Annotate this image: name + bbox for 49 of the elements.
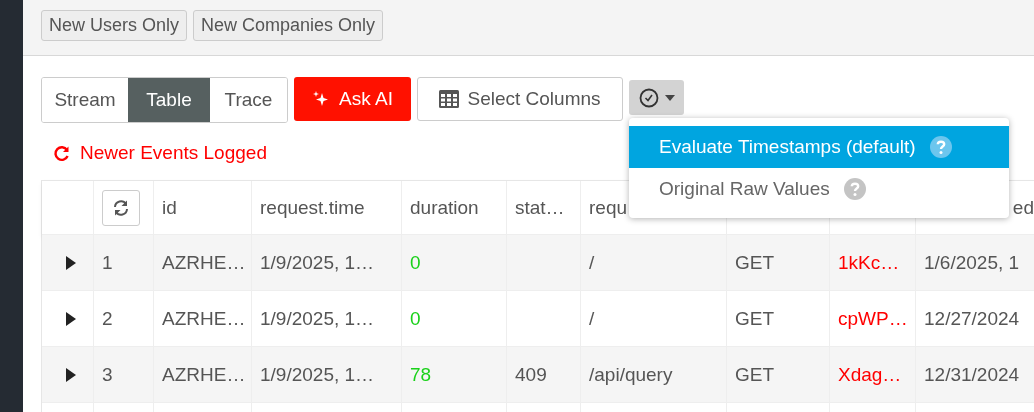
clock-icon <box>638 87 659 108</box>
notice-text: Newer Events Logged <box>80 142 267 164</box>
table-header-cell: stat… <box>507 181 581 234</box>
select-columns-button[interactable]: Select Columns <box>417 77 623 121</box>
refresh-icon <box>53 144 70 162</box>
help-icon <box>929 136 952 158</box>
table-cell: 0 <box>402 291 507 346</box>
table-cell: AZRHE… <box>154 347 252 402</box>
table-cell: GET <box>727 291 830 346</box>
expand-icon[interactable] <box>65 255 76 270</box>
expand-icon[interactable] <box>65 367 76 382</box>
ask-ai-button[interactable]: Ask AI <box>294 77 411 121</box>
table-cell: / <box>581 235 727 290</box>
view-tab[interactable]: Table <box>128 78 210 122</box>
table-cell: Xdag… <box>830 347 916 402</box>
table-cell: AZRHE… <box>154 291 252 346</box>
expand-icon[interactable] <box>65 311 76 326</box>
table-cell: 1kKc… <box>830 235 916 290</box>
table-cell: 1/9/2025, 1… <box>252 291 402 346</box>
table-cell: 3 <box>94 347 154 402</box>
refresh-icon <box>112 198 130 217</box>
table-cell: 1 <box>94 235 154 290</box>
table-cell: 0 <box>402 235 507 290</box>
table-row[interactable]: 1 AZRHE… 1/9/2025, 1… 0 / GET 1kKc… 1/6/2025, 1 <box>42 235 1034 291</box>
table-cell: GET <box>727 235 830 290</box>
table-header-cell: duration <box>402 181 507 234</box>
help-icon <box>843 178 866 200</box>
table-cell: / <box>581 291 727 346</box>
table-row[interactable]: 3 AZRHE… 1/9/2025, 1… 78 409 /api/query GET Xdag… 12/31/2024 <box>42 347 1034 403</box>
table-cell: 2 <box>94 291 154 346</box>
table-cell: AZRHE… <box>154 235 252 290</box>
table-cell: 78 <box>402 347 507 402</box>
table-cell: 12/27/2024 <box>916 291 1034 346</box>
table-cell: 409 <box>507 347 581 402</box>
table-header-cell: id <box>154 181 252 234</box>
table-cell: 1/9/2025, 1… <box>252 235 402 290</box>
table-cell: /api/query <box>581 347 727 402</box>
table-cell: 1/6/2025, 1 <box>916 235 1034 290</box>
table-header-cell: request.time <box>252 181 402 234</box>
table-cell: 1/9/2025, 1… <box>252 347 402 402</box>
table-cell: 12/31/2024 <box>916 347 1034 402</box>
filter-button[interactable]: New Companies Only <box>193 10 384 41</box>
table-cell: GET <box>727 347 830 402</box>
reload-button[interactable] <box>102 189 140 226</box>
timestamp-dropdown[interactable] <box>629 80 684 115</box>
table-icon <box>439 90 460 108</box>
table-cell: cpWP… <box>830 291 916 346</box>
caret-icon <box>664 94 675 101</box>
filter-button[interactable]: New Users Only <box>41 10 188 41</box>
